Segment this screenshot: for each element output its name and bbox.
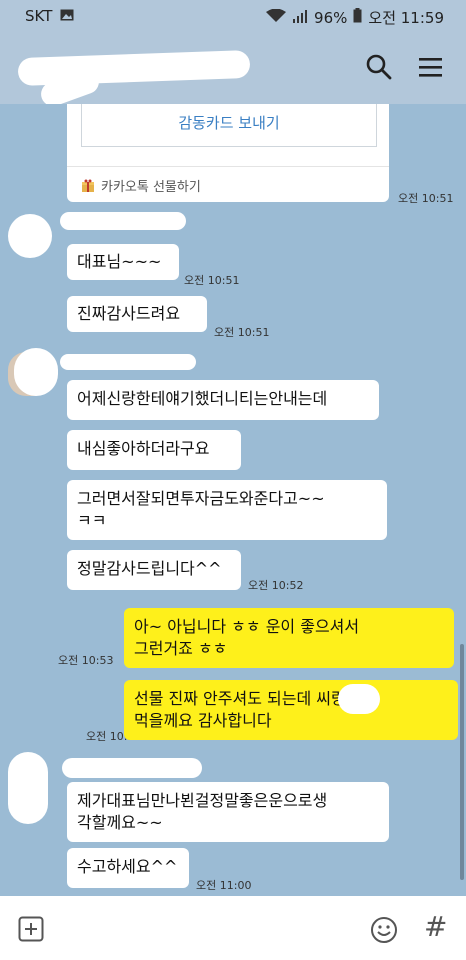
message-time: 오전 10:51	[214, 326, 270, 339]
message-time: 오전 10:51	[398, 192, 454, 205]
message-bubble[interactable]: 진짜감사드려요	[67, 296, 207, 332]
message-bubble[interactable]: 대표님~~~	[67, 244, 179, 280]
chat-area[interactable]: 감동카드 보내기 카카오톡 선물하기 오전 10:51 대표님~~~ 오전 10…	[0, 104, 466, 896]
avatar-redacted	[14, 348, 58, 396]
hashtag-icon[interactable]: #	[424, 910, 447, 943]
plus-icon[interactable]	[18, 916, 44, 946]
message-bubble[interactable]: 내심좋아하더라구요	[67, 430, 241, 470]
message-bubble[interactable]: 정말감사드립니다^^	[67, 550, 241, 590]
sender-name-redacted	[60, 212, 186, 230]
name-redacted	[338, 684, 380, 714]
battery-icon	[353, 8, 362, 27]
message-time: 오전 10:53	[58, 654, 114, 667]
emoji-icon[interactable]	[370, 916, 398, 948]
battery-percent: 96%	[314, 8, 348, 27]
sender-name-redacted	[62, 758, 202, 778]
message-time: 오전 11:00	[196, 879, 252, 892]
gift-card-footer-label: 카카오톡 선물하기	[101, 180, 201, 195]
message-bubble[interactable]: 그러면서잘되면투자금도와준다고~~ ㅋㅋ	[67, 480, 387, 540]
gift-card-footer[interactable]: 카카오톡 선물하기	[81, 176, 201, 195]
clock: 오전 11:59	[368, 9, 444, 27]
search-icon[interactable]	[364, 52, 394, 82]
carrier-label: SKT	[25, 7, 53, 25]
avatar[interactable]	[8, 752, 48, 824]
signal-icon	[292, 9, 308, 27]
gift-card: 감동카드 보내기 카카오톡 선물하기	[67, 104, 389, 202]
avatar[interactable]	[8, 214, 52, 258]
menu-icon[interactable]	[416, 52, 446, 82]
gift-box-icon	[81, 179, 95, 193]
chat-header	[0, 32, 466, 110]
send-card-button[interactable]: 감동카드 보내기	[81, 104, 377, 147]
message-time: 오전 10:52	[248, 579, 304, 592]
wifi-icon	[266, 8, 287, 27]
image-notification-icon	[60, 7, 74, 25]
my-message-bubble[interactable]: 아~ 아닙니다 ㅎㅎ 운이 좋으셔서 그런거죠 ㅎㅎ	[124, 608, 454, 668]
input-bar[interactable]: #	[0, 896, 466, 960]
sender-name-redacted	[60, 354, 196, 370]
message-time: 오전 10:51	[184, 274, 240, 287]
message-bubble[interactable]: 제가대표님만나뵌걸정말좋은운으로생 각할께요~~	[67, 782, 389, 842]
message-bubble[interactable]: 수고하세요^^	[67, 848, 189, 888]
scrollbar[interactable]	[460, 644, 464, 880]
card-divider	[67, 166, 389, 167]
message-bubble[interactable]: 어제신랑한테얘기했더니티는안내는데	[67, 380, 379, 420]
status-bar: SKT 96% 오전 11:59	[0, 0, 466, 32]
my-message-bubble[interactable]: 선물 진짜 안주셔도 되는데 씨랑 잘 먹을께요 감사합니다	[124, 680, 458, 740]
